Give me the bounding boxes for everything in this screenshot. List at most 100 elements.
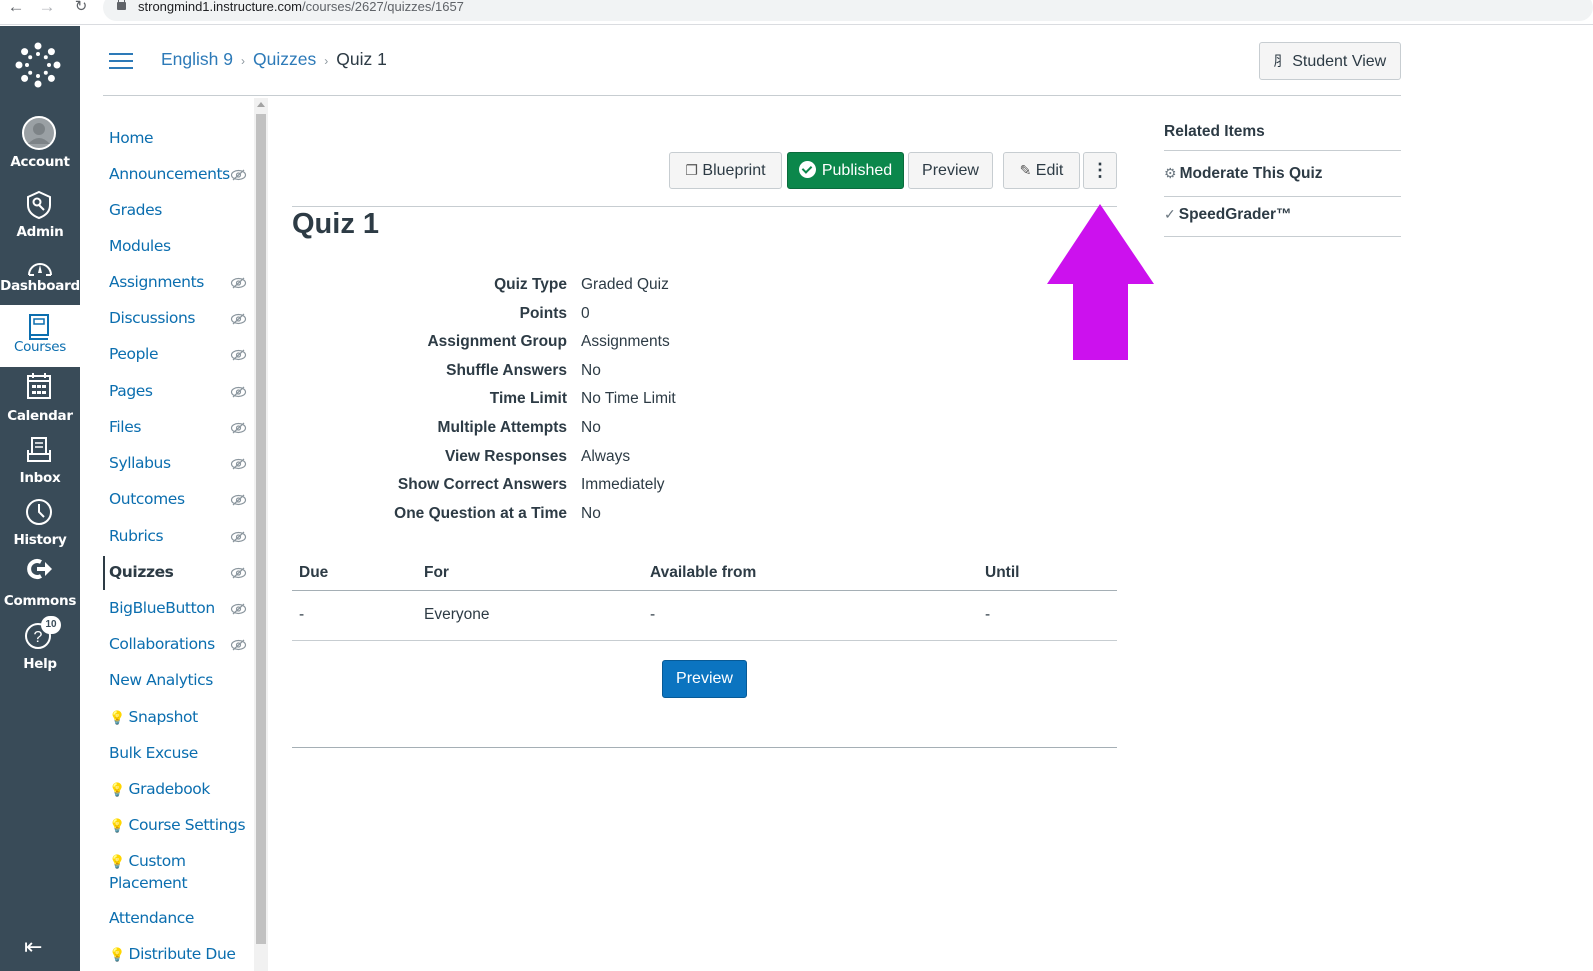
edit-button[interactable]: ✎ Edit bbox=[1003, 152, 1080, 189]
detail-label: One Question at a Time bbox=[394, 504, 567, 522]
global-nav-admin[interactable]: Admin bbox=[0, 186, 80, 246]
table-cell-for: Everyone bbox=[424, 606, 490, 623]
breadcrumb-separator: › bbox=[324, 54, 329, 68]
course-nav-label: Assignments bbox=[109, 273, 204, 291]
detail-label: Shuffle Answers bbox=[446, 361, 567, 379]
global-nav-commons[interactable]: Commons bbox=[0, 555, 80, 615]
scroll-up-arrow-icon[interactable] bbox=[257, 102, 265, 107]
course-nav-item-bulk-excuse[interactable]: Bulk Excuse bbox=[109, 743, 254, 764]
table-cell-due: - bbox=[299, 606, 305, 623]
url-host: strongmind1.instructure.com bbox=[138, 0, 303, 14]
student-view-button[interactable]: ⺼ Student View bbox=[1259, 42, 1401, 80]
course-nav-item-gradebook[interactable]: 💡 Gradebook bbox=[109, 779, 254, 801]
course-nav-scrollbar[interactable] bbox=[254, 98, 268, 971]
course-nav-item-course-settings[interactable]: 💡 Course Settings bbox=[109, 815, 254, 837]
course-nav-label: Bulk Excuse bbox=[109, 744, 198, 762]
preview-button[interactable]: Preview bbox=[662, 660, 747, 698]
hidden-eye-icon bbox=[230, 530, 247, 543]
lightbulb-icon: 💡 bbox=[109, 783, 129, 798]
course-nav-label: Snapshot bbox=[128, 708, 199, 726]
collapse-nav-icon[interactable]: ⇤ bbox=[24, 934, 42, 960]
inbox-icon bbox=[27, 437, 51, 462]
back-arrow-icon[interactable]: ← bbox=[6, 0, 26, 18]
course-nav-item-modules[interactable]: Modules bbox=[109, 236, 254, 257]
avatar-icon bbox=[22, 116, 56, 150]
course-nav-label: Files bbox=[109, 418, 142, 436]
course-nav-item-custom-placement[interactable]: 💡 Custom Placement bbox=[109, 851, 219, 894]
hidden-eye-icon bbox=[230, 493, 247, 506]
course-nav-label: Pages bbox=[109, 382, 153, 400]
course-nav-label: Outcomes bbox=[109, 490, 185, 508]
course-nav-label: Distribute Due bbox=[128, 945, 236, 963]
course-nav-item-home[interactable]: Home bbox=[109, 128, 254, 149]
global-nav-dashboard[interactable]: Dashboard bbox=[0, 251, 80, 311]
detail-value: Graded Quiz bbox=[581, 276, 669, 293]
course-nav-label: Home bbox=[109, 129, 154, 147]
student-view-label: Student View bbox=[1292, 53, 1387, 70]
hidden-eye-icon bbox=[230, 566, 247, 579]
course-nav-label: Gradebook bbox=[128, 780, 211, 798]
breadcrumb-current: Quiz 1 bbox=[336, 49, 387, 69]
course-nav-item-distribute-due[interactable]: 💡 Distribute Due bbox=[109, 944, 254, 966]
course-nav-item-attendance[interactable]: Attendance bbox=[109, 908, 254, 929]
global-nav-courses[interactable]: Courses bbox=[0, 305, 80, 367]
related-divider bbox=[1164, 150, 1401, 151]
scrollbar-thumb[interactable] bbox=[256, 114, 266, 944]
detail-row: Points 0 bbox=[292, 305, 792, 333]
hidden-eye-icon bbox=[230, 638, 247, 651]
moderate-quiz-link[interactable]: ⚙ Moderate This Quiz bbox=[1164, 165, 1323, 183]
table-header-for: For bbox=[424, 564, 449, 581]
reload-icon[interactable]: ↻ bbox=[71, 0, 91, 18]
global-nav-calendar[interactable]: Calendar bbox=[0, 370, 80, 430]
preview-button-top[interactable]: Preview bbox=[908, 152, 993, 189]
course-nav-item-grades[interactable]: Grades bbox=[109, 200, 254, 221]
breadcrumb-course[interactable]: English 9 bbox=[161, 49, 233, 69]
check-circle-icon bbox=[798, 161, 816, 178]
table-header-available-from: Available from bbox=[650, 564, 757, 581]
course-nav-label: BigBlueButton bbox=[109, 599, 215, 617]
kebab-icon: ⋮ bbox=[1091, 160, 1109, 180]
detail-value: Always bbox=[581, 447, 631, 465]
detail-row: Quiz Type Graded Quiz bbox=[292, 276, 792, 304]
hamburger-menu-icon[interactable] bbox=[109, 53, 133, 71]
global-nav-help[interactable]: ? 10 Help bbox=[0, 616, 80, 676]
annotation-arrow-icon bbox=[1047, 204, 1154, 360]
kebab-menu-button[interactable]: ⋮ bbox=[1083, 152, 1117, 189]
published-label: Published bbox=[821, 162, 893, 179]
global-nav-inbox[interactable]: Inbox bbox=[0, 432, 80, 492]
detail-value: No bbox=[581, 504, 601, 522]
hidden-eye-icon bbox=[230, 385, 247, 398]
clock-icon bbox=[26, 499, 52, 525]
course-nav-label: New Analytics bbox=[109, 671, 213, 689]
global-nav-label: Courses bbox=[13, 339, 67, 355]
published-button[interactable]: Published bbox=[787, 152, 904, 189]
lightbulb-icon: 💡 bbox=[109, 855, 129, 870]
global-nav-history[interactable]: History bbox=[0, 494, 80, 554]
speedgrader-label: SpeedGrader™ bbox=[1178, 206, 1292, 223]
hidden-eye-icon bbox=[230, 457, 247, 470]
canvas-logo-icon[interactable] bbox=[15, 42, 61, 88]
blueprint-button[interactable]: ❐ Blueprint bbox=[669, 152, 782, 189]
detail-label: Time Limit bbox=[489, 390, 567, 408]
course-nav-item-snapshot[interactable]: 💡 Snapshot bbox=[109, 707, 254, 729]
forward-arrow-icon[interactable]: → bbox=[37, 0, 57, 18]
global-nav-label: Admin bbox=[16, 224, 64, 240]
detail-label: View Responses bbox=[444, 447, 567, 465]
related-items-title: Related Items bbox=[1164, 123, 1265, 140]
detail-row: Shuffle Answers No bbox=[292, 362, 792, 390]
breadcrumb-quizzes[interactable]: Quizzes bbox=[253, 49, 316, 69]
table-header-until: Until bbox=[985, 564, 1020, 581]
detail-value: No Time Limit bbox=[581, 390, 676, 408]
global-nav-account[interactable]: Account bbox=[0, 114, 80, 174]
course-nav-item-new-analytics[interactable]: New Analytics bbox=[109, 670, 254, 691]
speedgrader-link[interactable]: ✓ SpeedGrader™ bbox=[1164, 206, 1292, 224]
global-nav-label: Inbox bbox=[19, 470, 61, 486]
svg-text:?: ? bbox=[34, 629, 43, 646]
blueprint-icon: ❐ bbox=[685, 162, 698, 178]
address-bar[interactable]: strongmind1.instructure.com/courses/2627… bbox=[103, 0, 1593, 21]
detail-row: Assignment Group Assignments bbox=[292, 333, 792, 361]
global-nav-label: Help bbox=[23, 656, 57, 672]
related-divider bbox=[1164, 236, 1401, 237]
preview-label: Preview bbox=[676, 670, 733, 687]
browser-toolbar: ← → ↻ strongmind1.instructure.com/course… bbox=[0, 0, 1593, 25]
